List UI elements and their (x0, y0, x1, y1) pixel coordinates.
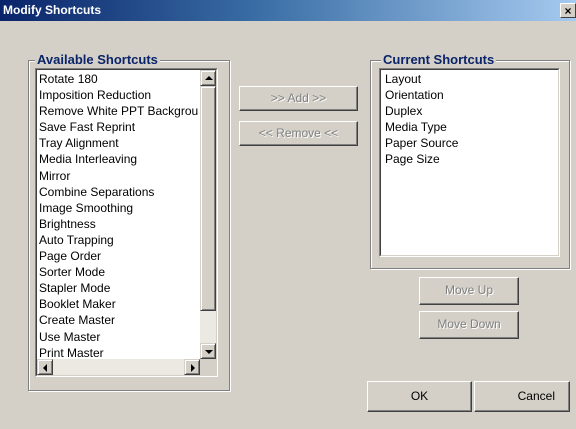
add-button-label: >> Add >> (270, 91, 327, 105)
ok-label: OK (410, 389, 429, 403)
available-list-item[interactable]: Tray Alignment (37, 135, 198, 151)
available-horizontal-scrollbar[interactable] (37, 359, 200, 375)
current-list-item[interactable]: Media Type (383, 119, 558, 135)
scroll-left-icon (43, 364, 47, 372)
available-list-item[interactable]: Image Smoothing (37, 200, 198, 216)
ok-button[interactable]: OK (367, 381, 472, 412)
available-list-item[interactable]: Remove White PPT Background (37, 103, 198, 119)
scroll-track[interactable] (200, 311, 216, 343)
scroll-down-button[interactable] (200, 343, 216, 359)
close-icon: × (564, 4, 572, 18)
available-list-item[interactable]: Save Fast Reprint (37, 119, 198, 135)
available-list-item[interactable]: Page Order (37, 248, 198, 264)
available-list-item[interactable]: Stapler Mode (37, 280, 198, 296)
current-list-item[interactable]: Duplex (383, 103, 558, 119)
scroll-right-button[interactable] (184, 359, 200, 375)
available-vertical-scrollbar[interactable] (200, 70, 216, 359)
add-button[interactable]: >> Add >> (239, 86, 358, 111)
scroll-right-icon (191, 364, 195, 372)
scroll-h-track[interactable] (53, 359, 184, 375)
available-list-item[interactable]: Rotate 180 (37, 71, 198, 87)
scrollbar-corner (200, 359, 216, 375)
available-list-item[interactable]: Brightness (37, 216, 198, 232)
scroll-left-button[interactable] (37, 359, 53, 375)
current-list-item[interactable]: Page Size (383, 151, 558, 167)
current-shortcuts-label: Current Shortcuts (381, 52, 497, 68)
cancel-button[interactable]: Cancel (474, 381, 570, 412)
available-shortcuts-list[interactable]: Rotate 180 Imposition Reduction Remove Whi… (35, 68, 218, 377)
remove-button[interactable]: << Remove << (239, 121, 358, 146)
available-list-item[interactable]: Auto Trapping (37, 232, 198, 248)
move-up-button[interactable]: Move Up (419, 277, 519, 305)
cancel-label: Cancel (517, 389, 555, 403)
available-list-item[interactable]: Booklet Maker (37, 296, 198, 312)
available-list-item[interactable]: Imposition Reduction (37, 87, 198, 103)
close-button[interactable]: × (560, 3, 576, 18)
available-list-item[interactable]: Use Master (37, 329, 198, 345)
title-bar[interactable]: Modify Shortcuts × (0, 0, 576, 21)
available-list-item[interactable]: Mirror (37, 168, 198, 184)
current-list-item[interactable]: Paper Source (383, 135, 558, 151)
available-list-item[interactable]: Media Interleaving (37, 151, 198, 167)
scroll-thumb[interactable] (200, 86, 216, 311)
current-shortcuts-list[interactable]: Layout Orientation Duplex Media Type Paper S… (379, 68, 560, 257)
dialog-title: Modify Shortcuts (3, 3, 101, 17)
scroll-up-button[interactable] (200, 70, 216, 86)
move-down-button[interactable]: Move Down (419, 311, 519, 339)
available-shortcuts-label: Available Shortcuts (35, 52, 160, 68)
scroll-up-icon (205, 76, 213, 80)
move-up-label: Move Up (444, 283, 494, 297)
modify-shortcuts-dialog: Modify Shortcuts × Available Shortcuts R… (0, 0, 576, 429)
scroll-down-icon (205, 350, 213, 354)
available-shortcuts-items: Rotate 180 Imposition Reduction Remove Whi… (37, 71, 198, 357)
available-list-item[interactable]: Sorter Mode (37, 264, 198, 280)
current-list-item[interactable]: Layout (383, 71, 558, 87)
available-list-item[interactable]: Combine Separations (37, 184, 198, 200)
current-shortcuts-items: Layout Orientation Duplex Media Type Paper S… (383, 71, 558, 255)
available-list-item[interactable]: Create Master (37, 312, 198, 328)
move-down-label: Move Down (437, 317, 501, 331)
available-list-item[interactable]: Print Master (37, 345, 198, 357)
current-list-item[interactable]: Orientation (383, 87, 558, 103)
remove-button-label: << Remove << (258, 126, 339, 140)
